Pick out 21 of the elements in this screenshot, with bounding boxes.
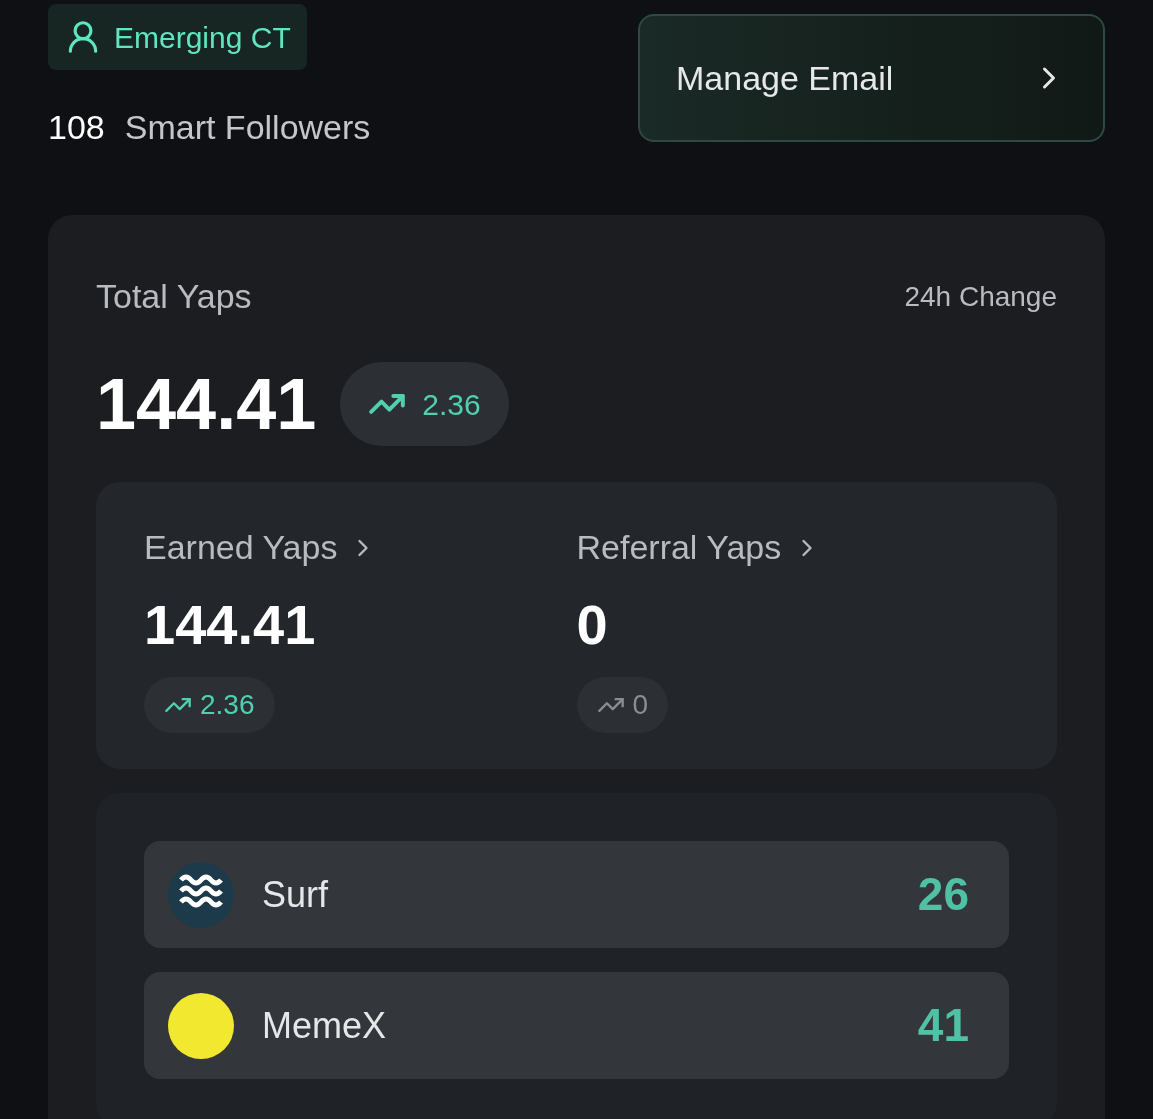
change-value: 2.36 [200, 688, 255, 722]
breakdown-link[interactable]: Earned Yaps [144, 522, 378, 573]
project-score: 26 [917, 867, 969, 922]
project-row[interactable]: MemeX 41 [144, 972, 1009, 1079]
total-value: 144.41 [96, 368, 317, 440]
total-label: Total Yaps [96, 276, 252, 317]
project-row[interactable]: Surf 26 [144, 841, 1009, 948]
breakdown-value: 144.41 [144, 597, 316, 653]
change-value: 2.36 [422, 386, 481, 423]
follower-count: 108 [48, 107, 105, 148]
breakdown-link[interactable]: Referral Yaps [576, 522, 822, 573]
project-name: Surf [262, 872, 330, 917]
change-value: 0 [632, 688, 649, 722]
breakdown-value: 0 [576, 597, 608, 653]
manage-email-button[interactable]: Manage Email [638, 14, 1105, 142]
badge-label: Emerging CT [114, 19, 291, 56]
follower-label: Smart Followers [124, 107, 371, 148]
project-name: MemeX [262, 1003, 388, 1048]
change-label: 24h Change [904, 279, 1057, 314]
wave-logo-icon [168, 861, 234, 928]
project-score: 41 [917, 998, 969, 1053]
